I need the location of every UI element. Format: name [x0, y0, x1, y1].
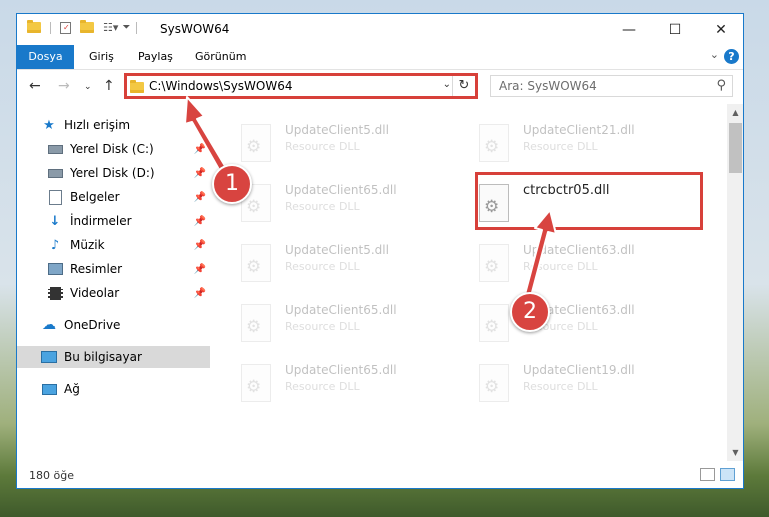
arrow-to-file: [523, 209, 557, 301]
annotation-arrows: [184, 96, 557, 301]
step-2-badge: 2: [510, 292, 550, 332]
step-1-badge: 1: [212, 164, 252, 204]
